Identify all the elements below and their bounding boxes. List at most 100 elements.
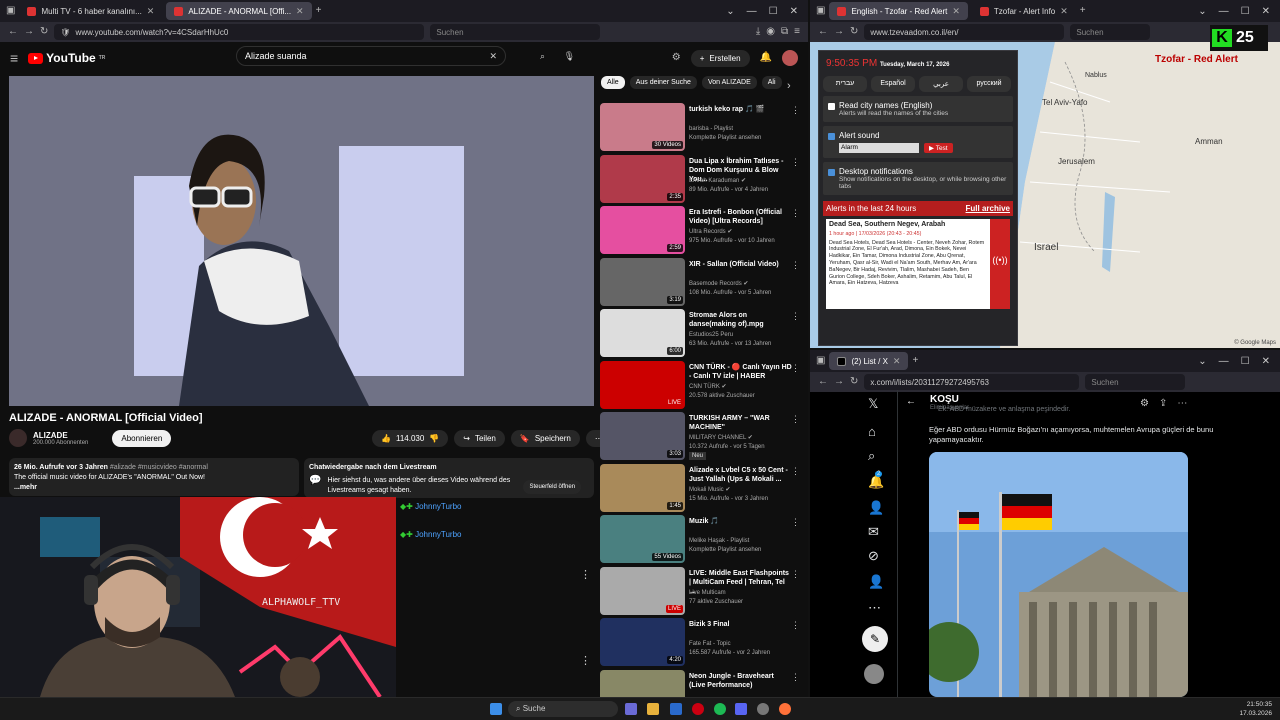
forward-icon[interactable]: →: [24, 27, 34, 37]
video-thumbnail[interactable]: 3:03: [600, 412, 685, 460]
profile-icon[interactable]: 👤: [868, 574, 884, 590]
new-tab-icon[interactable]: +: [316, 6, 322, 16]
settings-icon[interactable]: ⚙: [1140, 398, 1149, 409]
more-link[interactable]: ...mehr: [14, 483, 294, 493]
taskbar-search[interactable]: ⌕ Suche: [508, 701, 618, 717]
maximize-icon[interactable]: ☐: [1237, 6, 1254, 17]
rec-title[interactable]: Muzik 🎵: [689, 517, 792, 526]
close-icon[interactable]: ✕: [147, 6, 155, 17]
rec-title[interactable]: TURKISH ARMY – "WAR MACHINE": [689, 414, 792, 432]
rec-title[interactable]: Alizade x Lvbel C5 x 50 Cent - Just Yall…: [689, 466, 792, 484]
rec-title[interactable]: CNN TÜRK - 🔴 Canlı Yayın HD - Canlı TV i…: [689, 363, 792, 381]
close-icon[interactable]: ✕: [893, 356, 901, 367]
thumbs-down-icon[interactable]: 👎: [429, 434, 439, 443]
video-thumbnail[interactable]: 55 Videos: [600, 515, 685, 563]
lang-arabic-button[interactable]: عربي: [919, 76, 963, 92]
read-city-names-option[interactable]: Read city names (English) Alerts will rea…: [823, 96, 1013, 122]
back-icon[interactable]: ←: [818, 377, 828, 387]
recommendation-item[interactable]: 2:59 Era Istrefi - Bonbon (Official Video…: [600, 206, 800, 254]
search-field[interactable]: Suchen: [430, 24, 601, 40]
explore-search-icon[interactable]: ⌕: [868, 448, 875, 464]
video-thumbnail[interactable]: 30 Videos: [600, 103, 685, 151]
post-compose-button[interactable]: ✎: [862, 626, 888, 652]
recommendation-item[interactable]: 3:03 TURKISH ARMY – "WAR MACHINE" MILITARY…: [600, 412, 800, 460]
video-thumbnail[interactable]: 2:59: [600, 206, 685, 254]
tab-menu-icon[interactable]: ⌄: [722, 6, 738, 17]
video-thumbnail[interactable]: 3:19: [600, 257, 685, 306]
chevron-right-icon[interactable]: ›: [787, 80, 791, 92]
minimize-icon[interactable]: —: [1215, 6, 1233, 17]
reload-icon[interactable]: ↻: [40, 27, 48, 37]
address-bar[interactable]: x.com/i/lists/20311279272495763: [864, 374, 1080, 390]
checkbox-checked-icon[interactable]: [828, 168, 835, 176]
more-dots-icon[interactable]: ⋮: [791, 672, 800, 683]
follow-icon[interactable]: 👤: [868, 500, 884, 516]
reload-icon[interactable]: ↻: [850, 27, 858, 37]
tab-alizade[interactable]: ALIZADE - ANORMAL [Offi... ✕: [166, 2, 312, 20]
recommendation-item[interactable]: LIVE CNN TÜRK - 🔴 Canlı Yayın HD - Canlı …: [600, 360, 800, 409]
menu-icon[interactable]: ≡: [794, 27, 800, 37]
x-logo-icon[interactable]: 𝕏: [868, 396, 878, 412]
forward-icon[interactable]: →: [834, 377, 844, 387]
tab-tzofar-english[interactable]: English - Tzofar - Red Alert ✕: [829, 2, 968, 20]
maximize-icon[interactable]: ☐: [1237, 356, 1254, 367]
chip-from-channel[interactable]: Von ALIZADE: [701, 76, 757, 89]
video-thumbnail[interactable]: LIVE: [600, 360, 685, 409]
save-button[interactable]: 🔖 Speichern: [510, 430, 580, 447]
video-thumbnail[interactable]: 6:00: [600, 309, 685, 357]
close-window-icon[interactable]: ✕: [786, 6, 802, 17]
more-dots-icon[interactable]: ⋯: [1177, 398, 1187, 409]
close-window-icon[interactable]: ✕: [1258, 356, 1274, 367]
tab-multitv[interactable]: Multi TV - 6 haber kanalını... ✕: [19, 2, 162, 20]
close-icon[interactable]: ✕: [296, 6, 304, 17]
address-bar[interactable]: www.tzevaadom.co.il/en/: [864, 24, 1065, 40]
app-icon[interactable]: [757, 703, 769, 715]
more-dots-icon[interactable]: ⋮: [580, 654, 591, 667]
youtube-search-input[interactable]: Alizade suanda ✕ ⌕ 🎙: [236, 46, 575, 66]
test-sound-button[interactable]: ▶ Test: [924, 143, 953, 153]
share-icon[interactable]: ⇪: [1159, 398, 1167, 409]
channel-name[interactable]: ALIZADE: [33, 431, 88, 440]
more-dots-icon[interactable]: ⋮: [791, 208, 800, 219]
tab-list-icon[interactable]: ▣: [816, 6, 825, 16]
search-field[interactable]: Suchen: [1070, 24, 1151, 40]
video-thumbnail[interactable]: 1:45: [600, 463, 685, 512]
close-icon[interactable]: ✕: [952, 6, 960, 17]
account-avatar[interactable]: [864, 664, 884, 684]
alert-card[interactable]: Dead Sea, Southern Negev, Arabah 1 hour …: [826, 219, 1010, 309]
sound-select[interactable]: Alarm: [839, 143, 919, 153]
video-description[interactable]: 26 Mio. Aufrufe vor 3 Jahren #alizade #m…: [9, 458, 299, 496]
more-dots-icon[interactable]: ⋮: [791, 311, 800, 322]
desktop-notifications-option[interactable]: Desktop notifications Show notifications …: [823, 162, 1013, 195]
checkbox-icon[interactable]: [828, 102, 835, 110]
video-thumbnail[interactable]: 4:20: [600, 618, 685, 666]
alert-sound-option[interactable]: Alert sound Alarm ▶ Test: [823, 126, 1013, 158]
messages-icon[interactable]: ✉: [868, 524, 879, 540]
tab-list-icon[interactable]: ▣: [816, 356, 825, 366]
close-icon[interactable]: ✕: [1060, 6, 1068, 17]
back-icon[interactable]: ←: [8, 27, 18, 37]
more-dots-icon[interactable]: ⋮: [791, 620, 800, 631]
checkbox-checked-icon[interactable]: [828, 132, 835, 140]
lang-russian-button[interactable]: русский: [967, 76, 1011, 92]
download-icon[interactable]: ⤓: [756, 27, 760, 37]
video-player[interactable]: [9, 76, 594, 406]
tab-list-icon[interactable]: ▣: [6, 6, 15, 16]
back-arrow-icon[interactable]: ←: [906, 396, 916, 407]
tab-menu-icon[interactable]: ⌄: [1194, 6, 1210, 17]
share-button[interactable]: ↪ Teilen: [454, 430, 505, 447]
more-dots-icon[interactable]: ⋮: [791, 105, 800, 116]
recommendation-item[interactable]: 4:20 Bizik 3 Final Fate Fat - Topic 165.587…: [600, 618, 800, 666]
rec-title[interactable]: Era Istrefi - Bonbon (Official Video) [U…: [689, 208, 792, 226]
recommendation-item[interactable]: 30 Videos turkish keko rap 🎵 🎬 barisba - P…: [600, 103, 800, 151]
recommendation-item[interactable]: 1:45 Alizade x Lvbel C5 x 50 Cent - Just …: [600, 463, 800, 512]
system-clock[interactable]: 21:50:35 17.03.2026: [1239, 700, 1272, 718]
channel-avatar[interactable]: [9, 429, 27, 447]
recommendation-item[interactable]: LIVE LIVE: Middle East Flashpoints | Mult…: [600, 566, 800, 615]
maximize-icon[interactable]: ☐: [765, 6, 782, 17]
recommendation-item[interactable]: 6:00 Stromae Alors on danse(making of).mp…: [600, 309, 800, 357]
recommendation-item[interactable]: 3:19 XIR - Sallan (Official Video) Basemod…: [600, 257, 800, 306]
create-button[interactable]: + Erstellen: [690, 49, 750, 67]
notifications-bell-icon[interactable]: 🔔: [760, 53, 772, 63]
account-icon[interactable]: ◉: [766, 27, 775, 37]
